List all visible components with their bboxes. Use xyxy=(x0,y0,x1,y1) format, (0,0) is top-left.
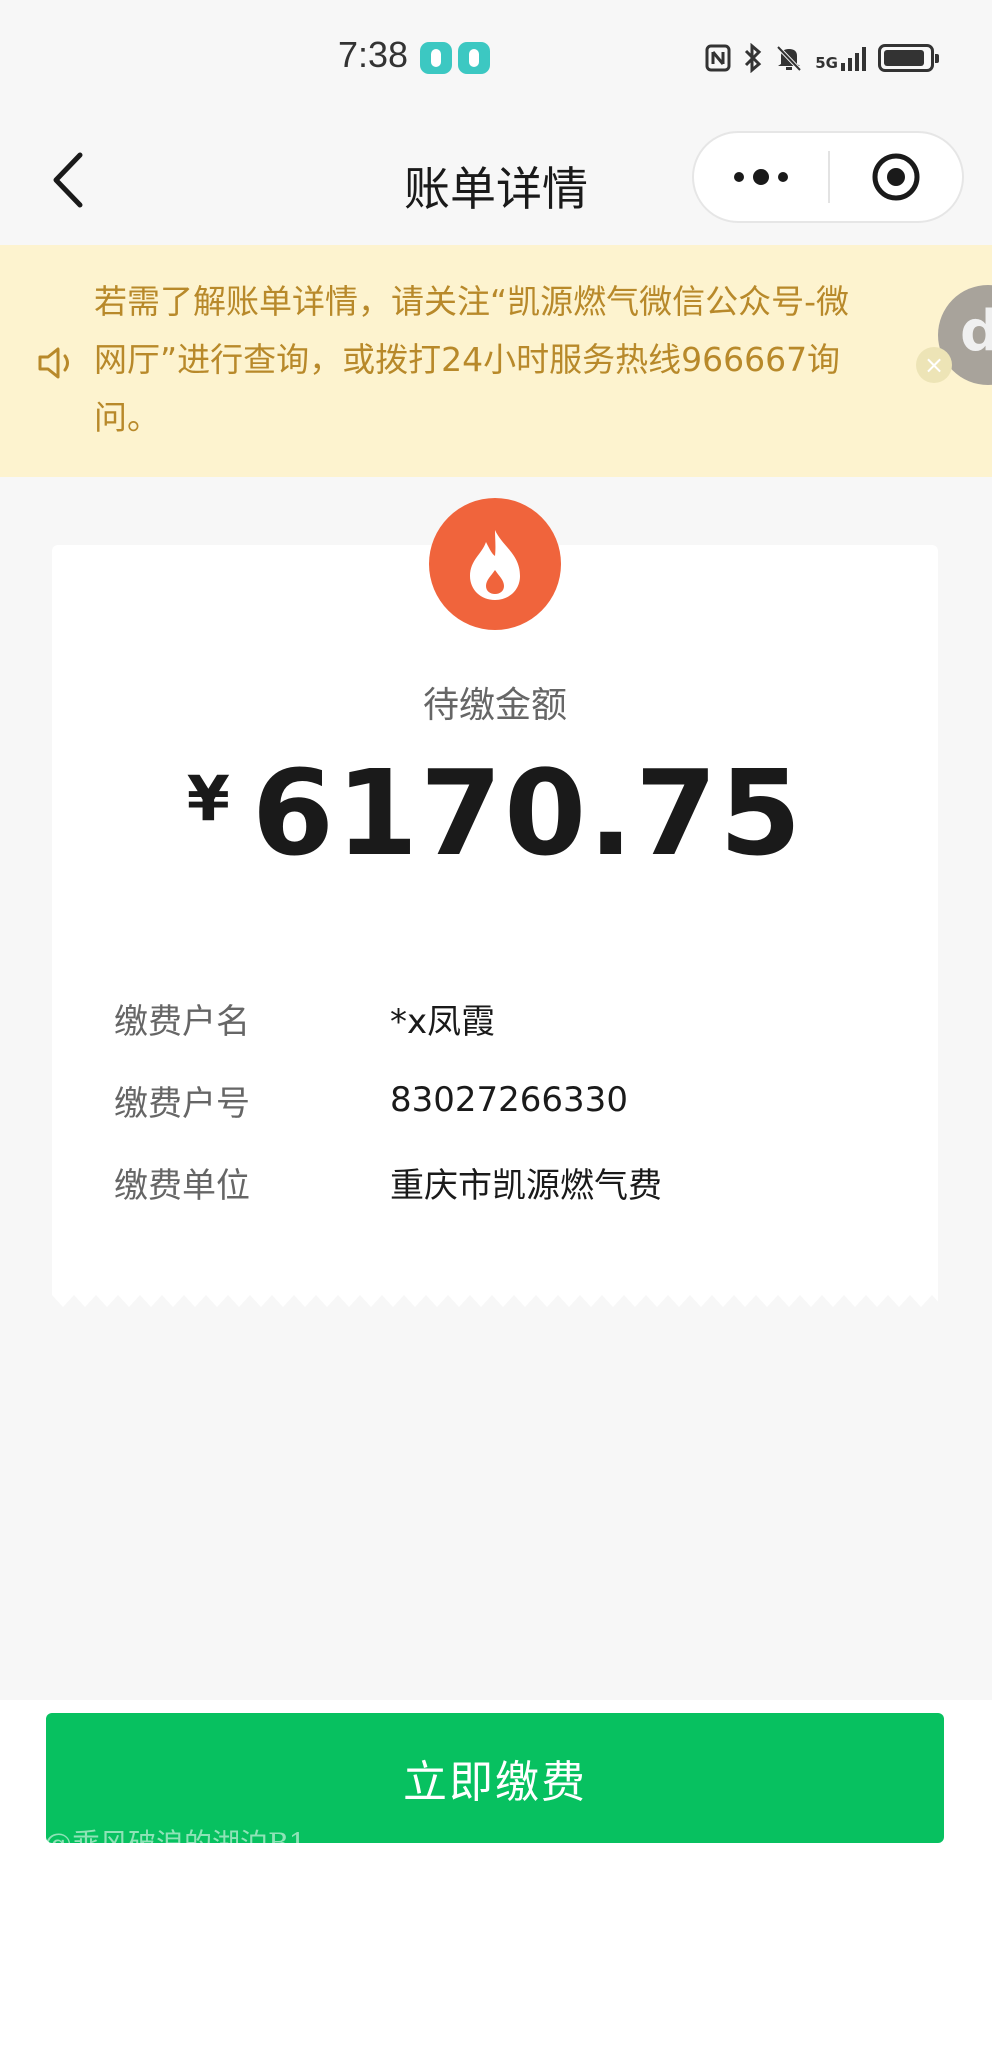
bluetooth-icon xyxy=(745,43,762,73)
target-close-icon xyxy=(872,153,920,201)
speaker-icon xyxy=(38,347,69,379)
status-bar: 7:38 5G xyxy=(0,0,992,115)
notification-app-icon xyxy=(420,42,452,74)
amount-value: 6170.75 xyxy=(251,744,804,882)
info-row-account-number: 缴费户号 83027266330 xyxy=(114,1075,628,1125)
floating-badge-glyph: d xyxy=(960,299,992,364)
more-dots-icon xyxy=(734,169,788,185)
info-row-payee: 缴费单位 重庆市凯源燃气费 xyxy=(114,1157,662,1207)
info-label: 缴费单位 xyxy=(114,1165,250,1206)
info-label: 缴费户号 xyxy=(114,1083,250,1124)
watermark-text: @乘风破浪的湖泊B1 xyxy=(44,1827,307,1860)
gas-flame-badge xyxy=(429,498,561,630)
amount-label: 待缴金额 xyxy=(422,685,567,726)
notice-banner: 若需了解账单详情，请关注“凯源燃气微信公众号-微网厅”进行查询，或拨打24小时服… xyxy=(0,245,992,477)
floating-badge-close-button[interactable]: × xyxy=(916,347,952,383)
more-button[interactable] xyxy=(694,133,828,221)
info-label: 缴费户名 xyxy=(114,1001,250,1042)
mute-bell-icon xyxy=(776,45,802,72)
battery-icon xyxy=(878,44,939,72)
currency-symbol: ¥ xyxy=(186,762,230,835)
status-icons: 5G xyxy=(705,40,939,76)
close-mini-program-button[interactable] xyxy=(830,133,962,221)
nfc-icon xyxy=(705,44,731,72)
info-value: *x凤霞 xyxy=(390,1001,496,1042)
info-value: 83027266330 xyxy=(390,1080,628,1120)
notification-app-icon xyxy=(458,42,490,74)
mini-program-capsule xyxy=(692,131,964,223)
info-value: 重庆市凯源燃气费 xyxy=(390,1165,662,1206)
notice-text: 若需了解账单详情，请关注“凯源燃气微信公众号-微网厅”进行查询，或拨打24小时服… xyxy=(94,282,850,437)
flame-icon xyxy=(470,530,520,600)
info-row-account-name: 缴费户名 *x凤霞 xyxy=(114,993,495,1043)
network-type: 5G xyxy=(815,54,838,72)
status-time: 7:38 xyxy=(338,34,409,75)
signal-icon xyxy=(841,45,866,71)
amount-display: ¥ 6170.75 xyxy=(52,748,938,878)
nav-bar: 账单详情 xyxy=(0,115,992,245)
receipt-zigzag-edge xyxy=(52,1295,938,1307)
